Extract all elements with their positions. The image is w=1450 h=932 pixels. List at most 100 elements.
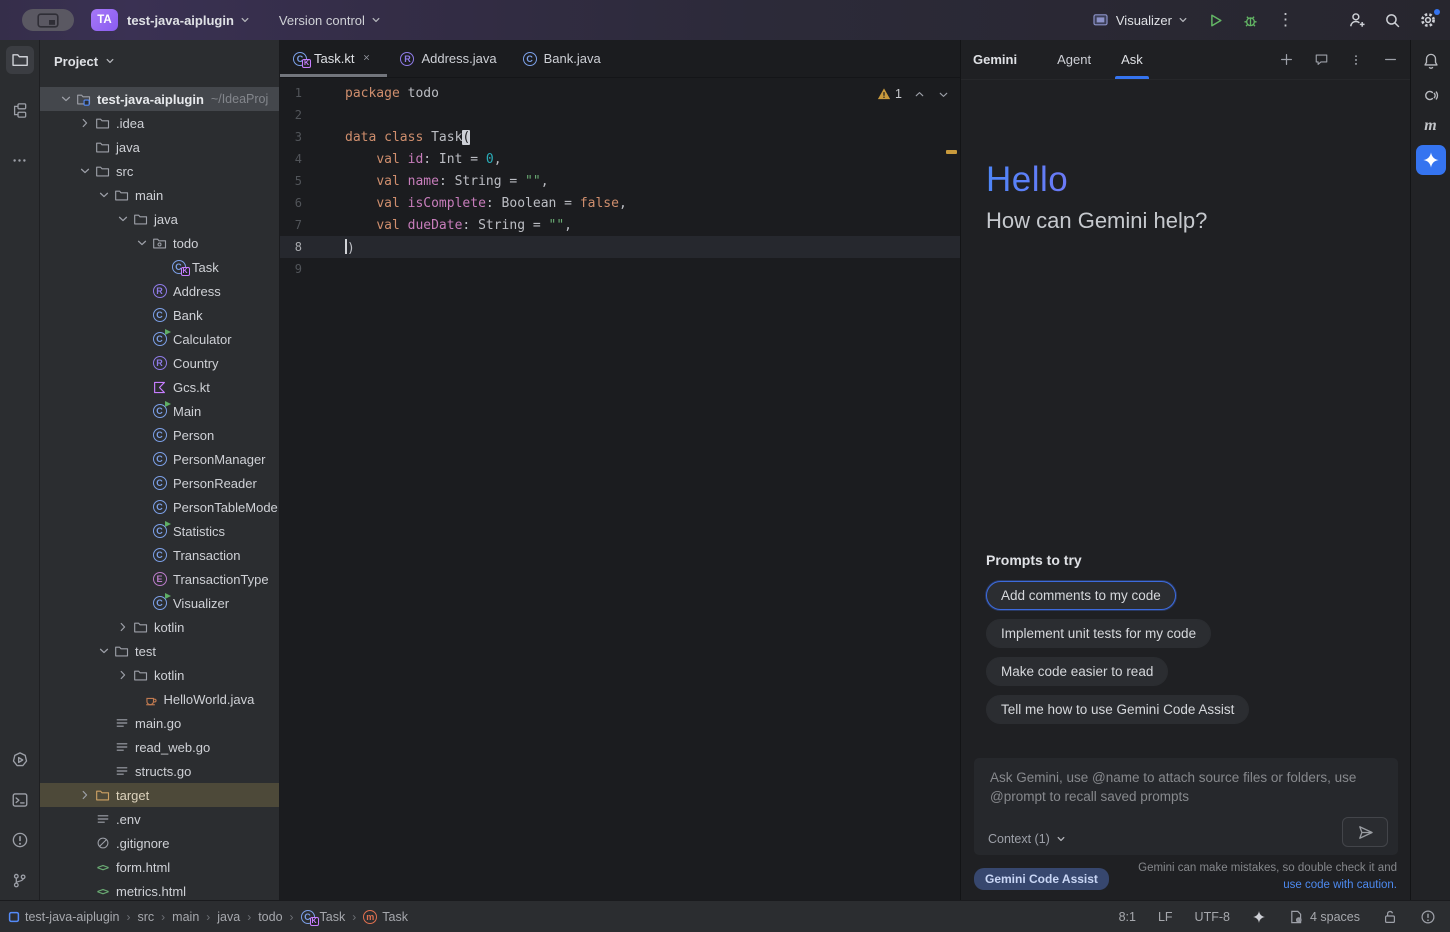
- code-line[interactable]: 2: [280, 104, 960, 126]
- breadcrumb-item[interactable]: m Task: [363, 910, 408, 924]
- tree-item[interactable]: C Bank: [40, 303, 279, 327]
- tree-item[interactable]: read_web.go: [40, 735, 279, 759]
- tree-item[interactable]: C PersonReader: [40, 471, 279, 495]
- new-chat-button[interactable]: [1279, 52, 1294, 67]
- chevron-right-icon[interactable]: [113, 620, 132, 634]
- chevron-down-icon[interactable]: [75, 164, 94, 178]
- readonly-toggle[interactable]: [1382, 909, 1398, 925]
- caret-position[interactable]: 8:1: [1119, 910, 1136, 924]
- more-actions-button[interactable]: ⋮: [1277, 13, 1294, 27]
- m-plugin-button[interactable]: m: [1424, 117, 1436, 135]
- chevron-down-icon[interactable]: [94, 188, 113, 202]
- breadcrumb-item[interactable]: CK Task: [301, 910, 346, 924]
- tree-item[interactable]: <> metrics.html: [40, 879, 279, 900]
- code-line[interactable]: 9: [280, 258, 960, 280]
- settings-button[interactable]: [1419, 11, 1437, 29]
- editor-tab[interactable]: R Address.java: [387, 40, 509, 77]
- prompt-suggestion-button[interactable]: Tell me how to use Gemini Code Assist: [986, 695, 1249, 724]
- run-tool-button[interactable]: [6, 746, 34, 774]
- breadcrumb-item[interactable]: main: [172, 910, 199, 924]
- version-control-menu[interactable]: Version control: [279, 13, 365, 28]
- tree-item[interactable]: test: [40, 639, 279, 663]
- tree-item[interactable]: C Main: [40, 399, 279, 423]
- chevron-right-icon[interactable]: [113, 668, 132, 682]
- tree-item[interactable]: main: [40, 183, 279, 207]
- chevron-down-icon[interactable]: [132, 236, 151, 250]
- notifications-button[interactable]: [1422, 52, 1440, 70]
- chat-history-button[interactable]: [1314, 52, 1329, 67]
- search-everywhere-button[interactable]: [1384, 12, 1401, 29]
- run-button[interactable]: [1207, 12, 1224, 29]
- prompt-suggestion-button[interactable]: Add comments to my code: [986, 581, 1176, 610]
- tree-item[interactable]: <> form.html: [40, 855, 279, 879]
- code-line[interactable]: 6 val isComplete: Boolean = false,: [280, 192, 960, 214]
- debug-button[interactable]: [1242, 12, 1259, 29]
- tree-item[interactable]: src: [40, 159, 279, 183]
- project-avatar[interactable]: TA: [91, 9, 118, 31]
- tree-item[interactable]: C Statistics: [40, 519, 279, 543]
- problems-indicator[interactable]: [1420, 909, 1436, 925]
- gemini-status-button[interactable]: [1252, 910, 1266, 924]
- editor-tab[interactable]: C Bank.java: [510, 40, 614, 77]
- code-with-me-button[interactable]: [1348, 11, 1366, 29]
- send-button[interactable]: [1342, 817, 1388, 847]
- breadcrumb-item[interactable]: test-java-aiplugin: [8, 910, 120, 924]
- tree-item[interactable]: R Address: [40, 279, 279, 303]
- tree-item[interactable]: kotlin: [40, 663, 279, 687]
- tree-item[interactable]: .gitignore: [40, 831, 279, 855]
- tree-item[interactable]: CK Task: [40, 255, 279, 279]
- hide-panel-button[interactable]: [1383, 52, 1398, 67]
- tree-item[interactable]: todo: [40, 231, 279, 255]
- tree-item[interactable]: main.go: [40, 711, 279, 735]
- tree-item[interactable]: test-java-aiplugin ~/IdeaProj: [40, 87, 279, 111]
- code-line[interactable]: 7 val dueDate: String = "",: [280, 214, 960, 236]
- next-problem-button[interactable]: [937, 88, 950, 101]
- structure-tool-button[interactable]: [6, 96, 34, 124]
- inspections-widget[interactable]: 1: [877, 87, 950, 101]
- project-tool-button[interactable]: [6, 46, 34, 74]
- ai-chat-button[interactable]: [1421, 86, 1440, 105]
- version-control-tool-button[interactable]: [6, 866, 34, 894]
- tree-item[interactable]: Gcs.kt: [40, 375, 279, 399]
- code-line[interactable]: 1 package todo: [280, 82, 960, 104]
- analysis-warning-marker[interactable]: [946, 150, 957, 154]
- editor-tab[interactable]: CK Task.kt: [280, 40, 387, 77]
- problems-tool-button[interactable]: [6, 826, 34, 854]
- context-dropdown[interactable]: Context (1): [988, 832, 1067, 846]
- tree-item[interactable]: C Transaction: [40, 543, 279, 567]
- chevron-down-icon[interactable]: [94, 644, 113, 658]
- breadcrumb-item[interactable]: src: [138, 910, 155, 924]
- file-encoding[interactable]: UTF-8: [1195, 910, 1230, 924]
- indent-settings[interactable]: 4 spaces: [1288, 909, 1360, 925]
- chevron-down-icon[interactable]: [56, 92, 75, 106]
- more-tool-windows-button[interactable]: [6, 146, 34, 174]
- code-editor[interactable]: 1 package todo 2 3 data class Task( 4 va…: [280, 82, 960, 280]
- chevron-right-icon[interactable]: [75, 788, 94, 802]
- more-options-button[interactable]: [1349, 53, 1363, 67]
- tree-item[interactable]: C Calculator: [40, 327, 279, 351]
- gemini-code-assist-button[interactable]: [1416, 145, 1446, 175]
- tree-item[interactable]: E TransactionType: [40, 567, 279, 591]
- tree-item[interactable]: .env: [40, 807, 279, 831]
- code-line[interactable]: 5 val name: String = "",: [280, 170, 960, 192]
- gemini-tab-ask[interactable]: Ask: [1117, 40, 1147, 79]
- breadcrumb-item[interactable]: java: [217, 910, 240, 924]
- tree-item[interactable]: C Visualizer: [40, 591, 279, 615]
- code-line[interactable]: 4 val id: Int = 0,: [280, 148, 960, 170]
- breadcrumb-item[interactable]: todo: [258, 910, 282, 924]
- project-panel-header[interactable]: Project: [40, 40, 279, 82]
- run-configuration-select[interactable]: Visualizer: [1116, 13, 1172, 28]
- gemini-tab-agent[interactable]: Agent: [1053, 40, 1095, 79]
- chevron-right-icon[interactable]: [75, 116, 94, 130]
- prompt-suggestion-button[interactable]: Make code easier to read: [986, 657, 1168, 686]
- tree-item[interactable]: C Person: [40, 423, 279, 447]
- terminal-tool-button[interactable]: [6, 786, 34, 814]
- code-line[interactable]: 3 data class Task(: [280, 126, 960, 148]
- tree-item[interactable]: R Country: [40, 351, 279, 375]
- window-layout-button[interactable]: [22, 9, 74, 31]
- close-tab-icon[interactable]: [362, 53, 374, 65]
- previous-problem-button[interactable]: [913, 88, 926, 101]
- project-name-menu[interactable]: test-java-aiplugin: [127, 13, 234, 28]
- tree-item[interactable]: C PersonManager: [40, 447, 279, 471]
- code-line[interactable]: 8 ): [280, 236, 960, 258]
